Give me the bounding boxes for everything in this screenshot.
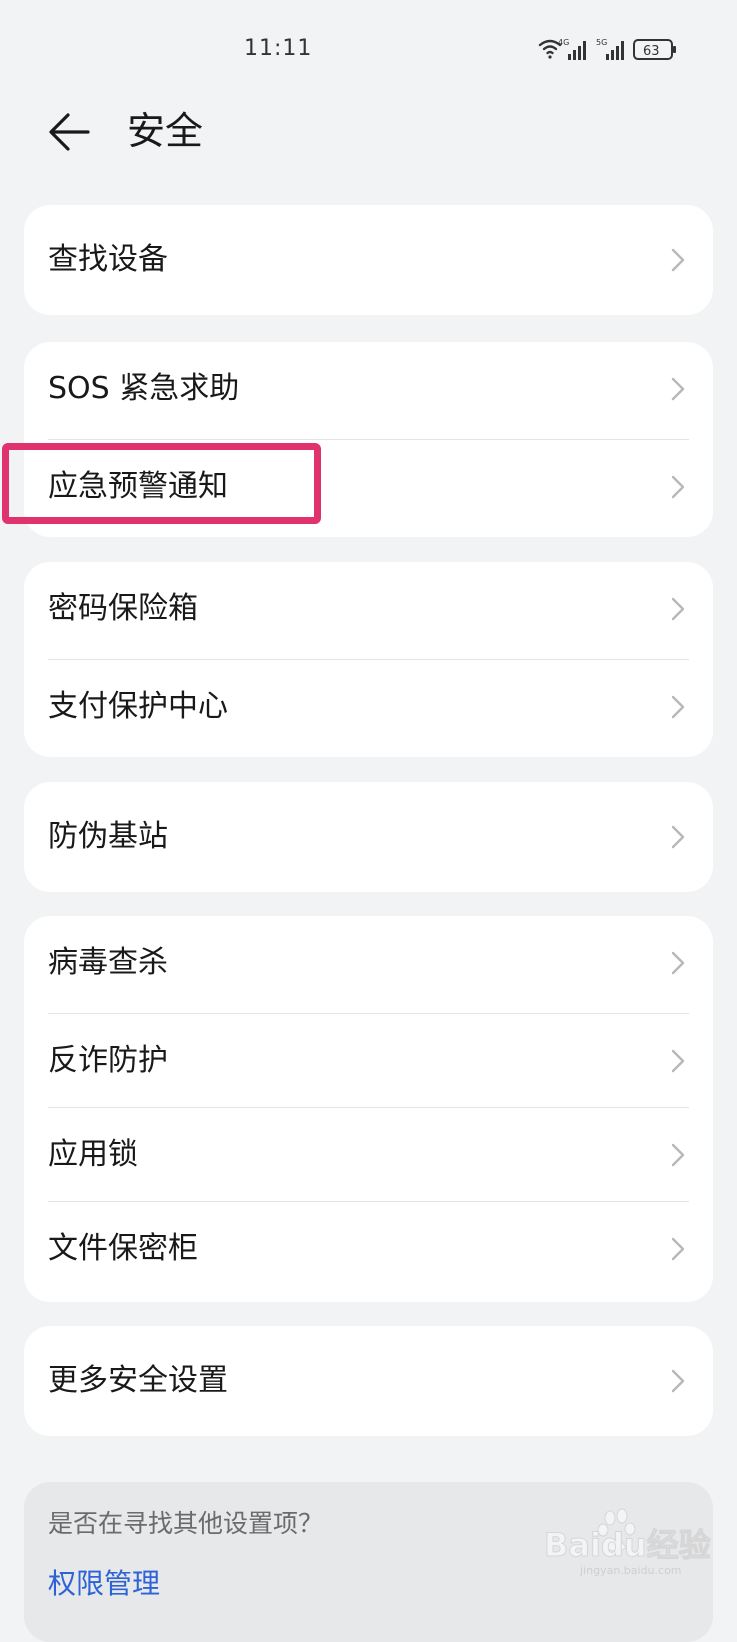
chevron-right-icon [671, 951, 685, 975]
back-arrow-icon[interactable] [44, 106, 96, 158]
watermark-text: Baidu经验 [544, 1526, 711, 1564]
suggestion-question: 是否在寻找其他设置项？ [48, 1509, 324, 1538]
chevron-right-icon [671, 695, 685, 719]
row-label: SOS 紧急求助 [48, 371, 240, 406]
row-anti-fake-base-station[interactable]: 防伪基站 [24, 790, 713, 884]
status-time: 11:11 [244, 36, 313, 61]
signal-4g-icon [568, 41, 586, 60]
row-label: 查找设备 [48, 242, 168, 277]
chevron-right-icon [671, 1237, 685, 1261]
settings-group-base-station: 防伪基站 [24, 782, 713, 892]
row-emergency-alert[interactable]: 应急预警通知 [24, 440, 713, 534]
chevron-right-icon [671, 825, 685, 849]
row-virus-scan[interactable]: 病毒查杀 [24, 916, 713, 1010]
chevron-right-icon [671, 475, 685, 499]
status-icons: 4G 5G 63 [538, 38, 676, 60]
battery-level: 63 [643, 44, 660, 59]
chevron-right-icon [671, 597, 685, 621]
status-bar: 11:11 4G 5G 63 [0, 0, 737, 90]
chevron-right-icon [671, 1143, 685, 1167]
battery-icon: 63 [633, 39, 676, 60]
chevron-right-icon [671, 1049, 685, 1073]
chevron-right-icon [671, 377, 685, 401]
title-bar: 安全 [0, 96, 737, 166]
permission-management-link[interactable]: 权限管理 [48, 1562, 160, 1602]
settings-group-protection: 病毒查杀 反诈防护 应用锁 文件保密柜 [24, 916, 713, 1302]
chevron-right-icon [671, 248, 685, 272]
row-find-device[interactable]: 查找设备 [24, 213, 713, 307]
settings-group-password: 密码保险箱 支付保护中心 [24, 562, 713, 757]
network-5g-label: 5G [596, 38, 607, 47]
row-label: 病毒查杀 [48, 945, 168, 980]
watermark-subtext: jingyan.baidu.com [579, 1564, 682, 1577]
baidu-watermark-logo: Baidu经验 jingyan.baidu.com [544, 1508, 711, 1577]
row-anti-fraud[interactable]: 反诈防护 [24, 1014, 713, 1108]
settings-group-more: 更多安全设置 [24, 1326, 713, 1436]
row-label: 反诈防护 [48, 1043, 168, 1078]
row-file-safe[interactable]: 文件保密柜 [24, 1202, 713, 1296]
row-label: 防伪基站 [48, 819, 168, 854]
row-label: 支付保护中心 [48, 689, 228, 724]
row-label: 应急预警通知 [48, 469, 228, 504]
row-label: 文件保密柜 [48, 1231, 198, 1266]
signal-5g-icon [606, 41, 624, 60]
row-label: 更多安全设置 [48, 1363, 228, 1398]
page-title: 安全 [127, 109, 204, 153]
row-label: 密码保险箱 [48, 591, 198, 626]
row-payment-protection[interactable]: 支付保护中心 [24, 660, 713, 754]
row-label: 应用锁 [48, 1137, 138, 1172]
row-password-vault[interactable]: 密码保险箱 [24, 562, 713, 656]
wifi-icon [538, 39, 562, 59]
network-4g-label: 4G [558, 38, 569, 47]
row-more-security-settings[interactable]: 更多安全设置 [24, 1334, 713, 1428]
row-app-lock[interactable]: 应用锁 [24, 1108, 713, 1202]
chevron-right-icon [671, 1369, 685, 1393]
settings-group-emergency: SOS 紧急求助 应急预警通知 [24, 342, 713, 537]
settings-group-find: 查找设备 [24, 205, 713, 315]
row-sos-emergency[interactable]: SOS 紧急求助 [24, 342, 713, 436]
